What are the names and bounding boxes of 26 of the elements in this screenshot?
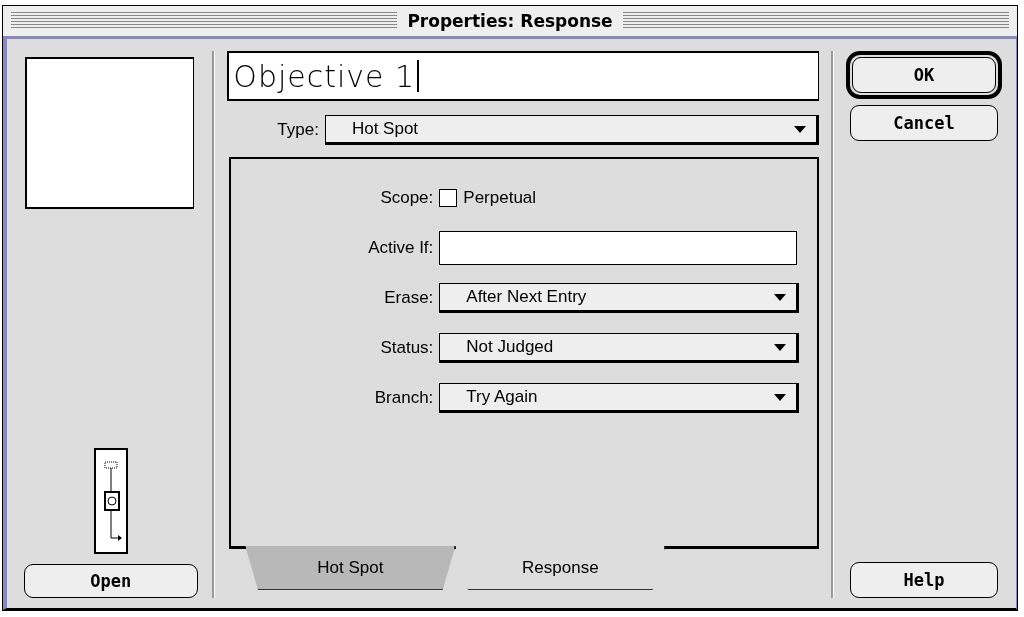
window-title: Properties: Response (407, 11, 613, 31)
field-label: Branch: (373, 388, 434, 408)
flowchart-icon (93, 448, 128, 554)
checkbox-label: Perpetual (463, 188, 537, 208)
checkbox[interactable] (439, 189, 458, 207)
open-button[interactable]: Open (23, 564, 198, 598)
dropdown-arrow-icon (774, 343, 787, 351)
dropdown[interactable]: Not Judged (439, 333, 800, 363)
input-field[interactable] (439, 231, 798, 265)
help-button[interactable]: Help (850, 562, 998, 598)
field-label: Erase: (383, 288, 434, 308)
dialog-button[interactable]: Cancel (850, 105, 998, 141)
type-label: Type: (277, 120, 319, 140)
dropdown-arrow-icon (774, 393, 787, 401)
field-label: Status: (379, 338, 434, 358)
tab[interactable]: Response (455, 546, 666, 590)
field-label: Scope: (379, 188, 434, 208)
dropdown[interactable]: Try Again (439, 383, 800, 413)
ok-button[interactable]: OK (852, 57, 996, 93)
dropdown-arrow-icon (794, 125, 806, 133)
name-field[interactable]: Objective 1 (227, 51, 819, 101)
dropdown[interactable]: After Next Entry (439, 283, 800, 313)
dropdown-arrow-icon (774, 293, 787, 301)
type-dropdown[interactable]: Hot Spot (324, 115, 819, 145)
tab[interactable]: Hot Spot (245, 546, 456, 590)
field-label: Active If: (367, 238, 434, 258)
